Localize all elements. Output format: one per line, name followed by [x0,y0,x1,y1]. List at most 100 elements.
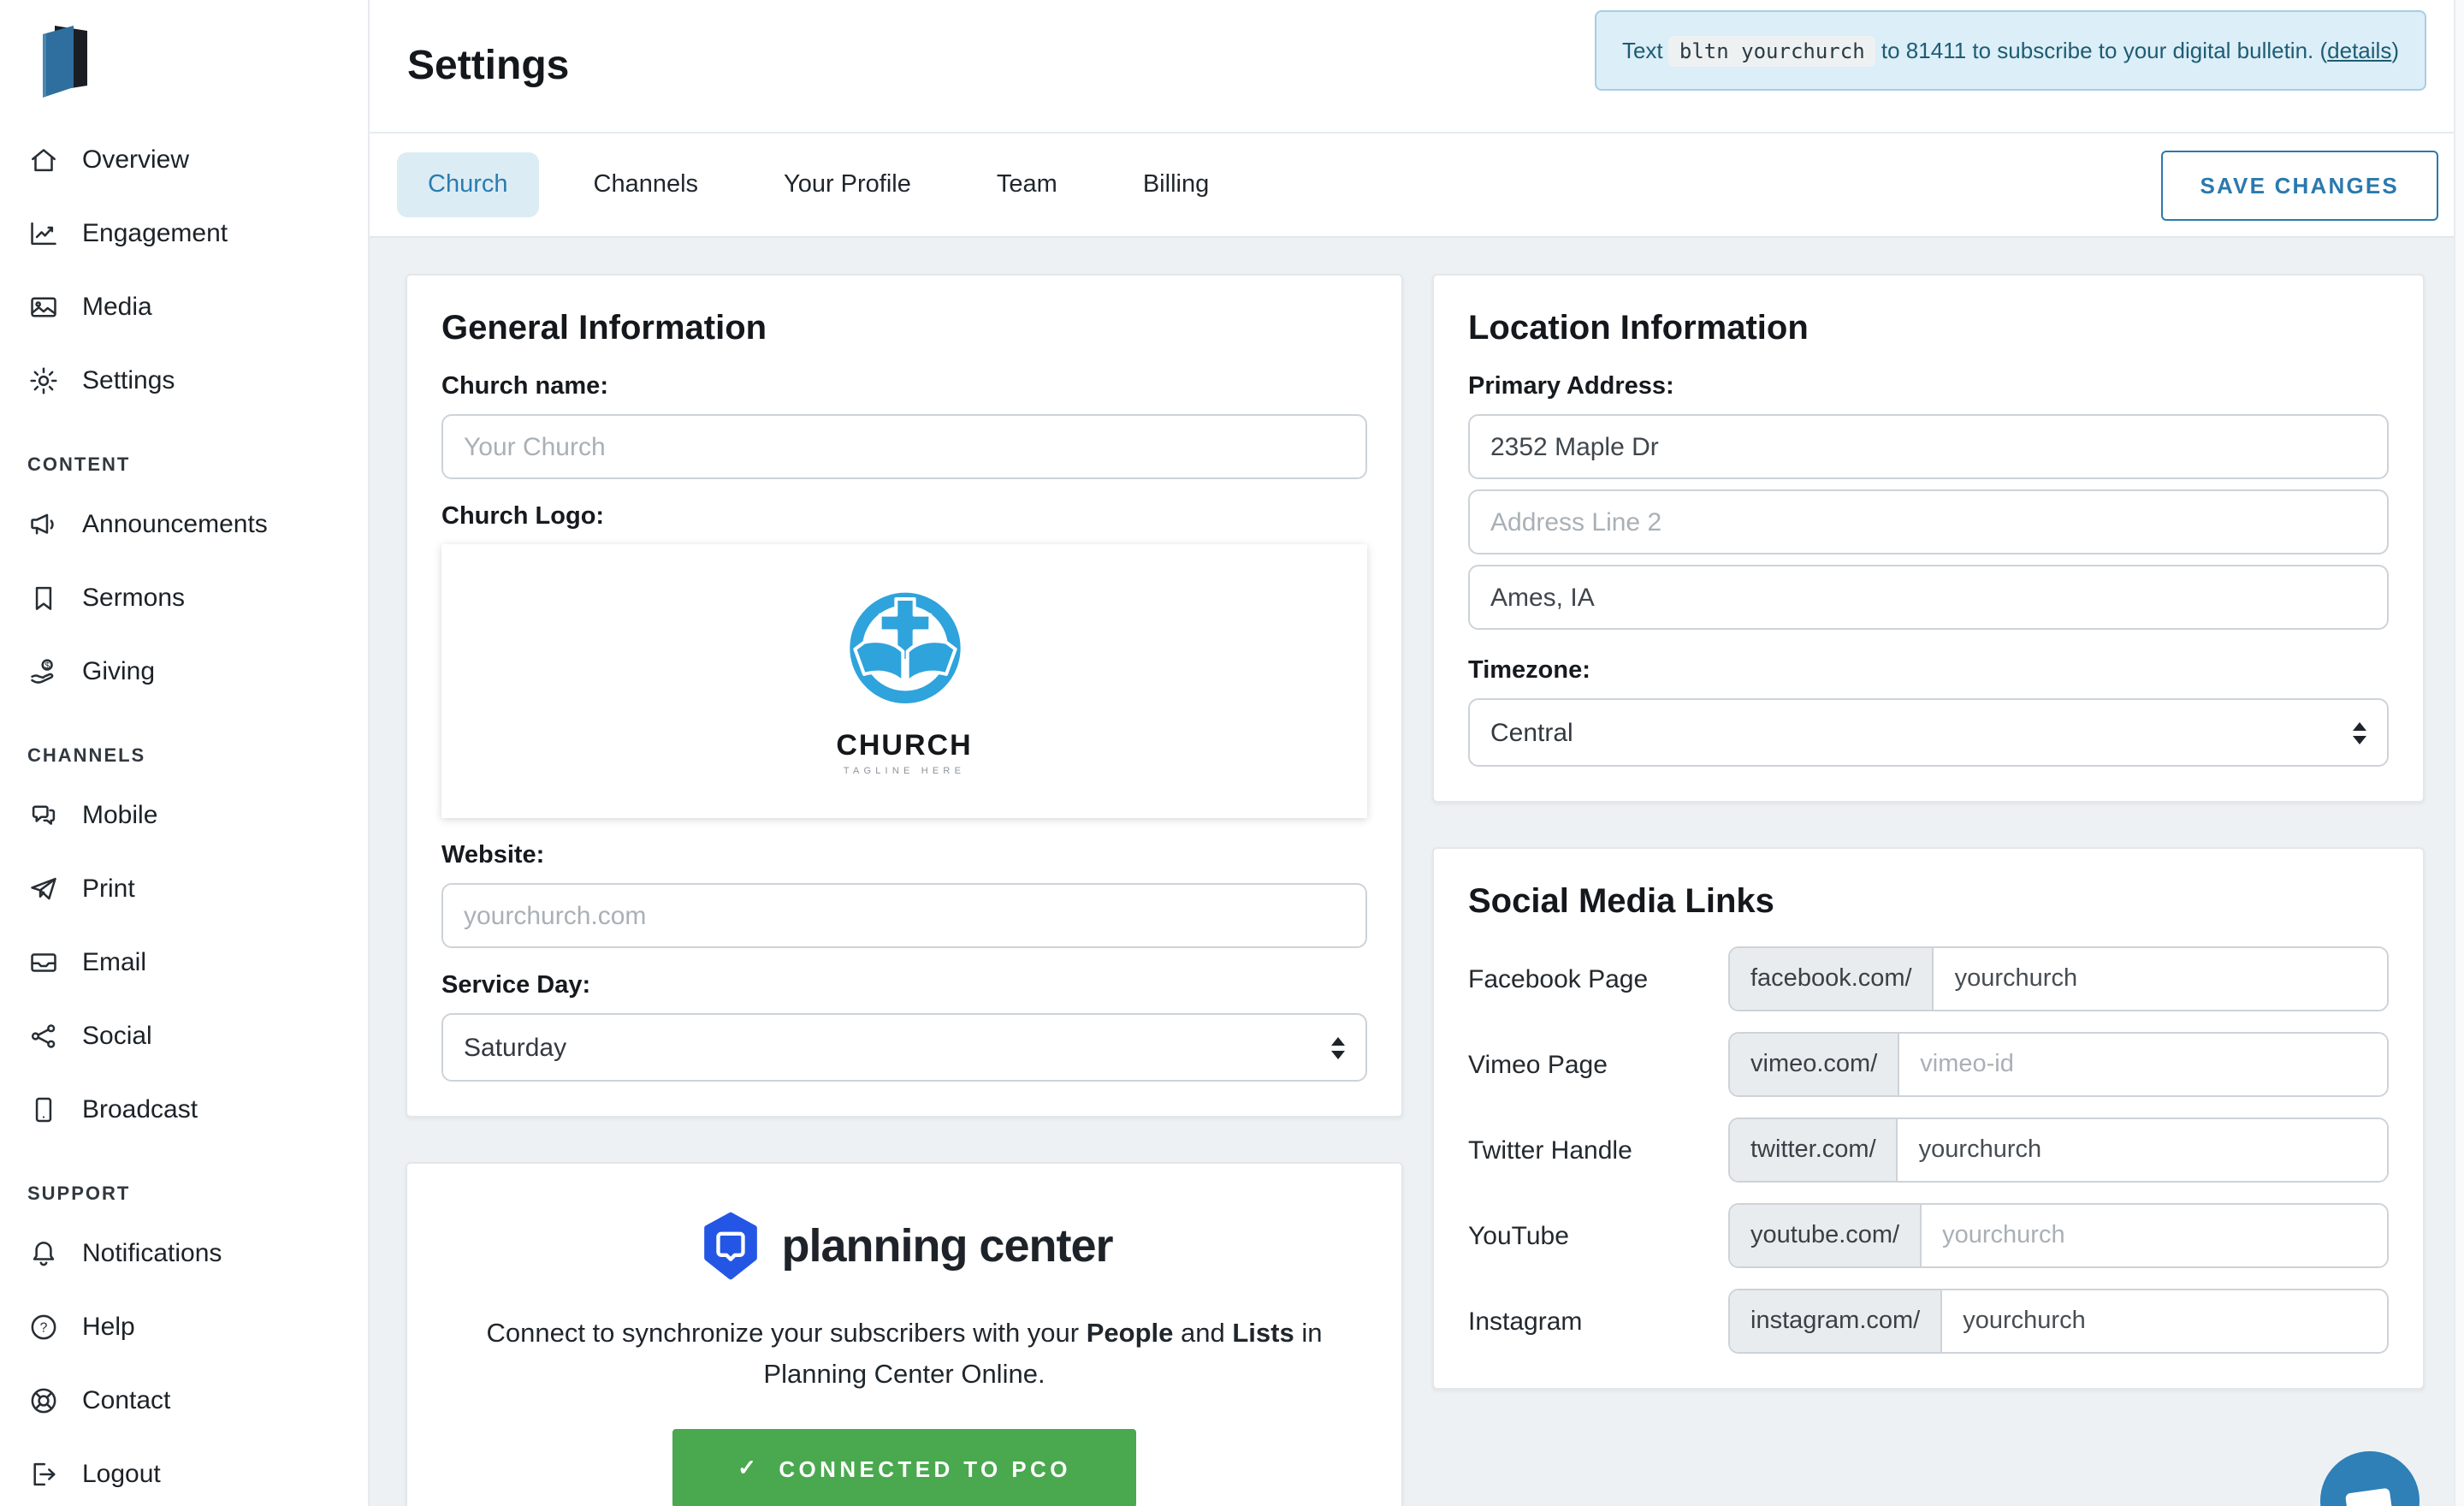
website-label: Website: [441,842,1367,869]
lifebuoy-icon [27,1384,60,1417]
sidebar-section-support: SUPPORT [27,1172,368,1217]
address-line-2-input[interactable] [1468,489,2389,554]
sidebar-item-label: Contact [82,1386,170,1415]
church-logo-label: Church Logo: [441,503,1367,531]
sidebar-item-sermons[interactable]: Sermons [27,561,368,635]
general-information-card: General Information Church name: Church … [406,274,1403,1118]
select-arrows-icon [2353,721,2366,744]
sidebar-item-broadcast[interactable]: Broadcast [27,1073,368,1147]
sidebar-item-announcements[interactable]: Announcements [27,488,368,561]
gear-icon [27,365,60,397]
service-day-label: Service Day: [441,972,1367,999]
facebook-handle-input[interactable] [1934,948,2387,1010]
home-icon [27,144,60,176]
planning-center-description: Connect to synchronize your subscribers … [451,1314,1358,1396]
sidebar-item-label: Email [82,948,146,977]
banner-text: Text [1622,38,1669,63]
church-logo-name: CHURCH [836,729,973,763]
social-row-facebook: Facebook Page facebook.com/ [1468,946,2389,1011]
sidebar-item-contact[interactable]: Contact [27,1364,368,1438]
paper-plane-icon [27,873,60,905]
sidebar-item-print[interactable]: Print [27,852,368,926]
church-logo-box[interactable]: CHURCH TAGLINE HERE [441,544,1367,818]
sidebar-section-channels: CHANNELS [27,734,368,779]
facebook-label: Facebook Page [1468,964,1728,993]
social-row-vimeo: Vimeo Page vimeo.com/ [1468,1032,2389,1097]
sidebar-item-label: Announcements [82,510,268,539]
sidebar-item-overview[interactable]: Overview [27,123,368,197]
youtube-handle-input[interactable] [1922,1205,2387,1266]
church-logo-tagline: TAGLINE HERE [836,767,973,777]
url-prefix: facebook.com/ [1730,948,1934,1010]
tablet-icon [27,1094,60,1126]
save-changes-button[interactable]: SAVE CHANGES [2160,150,2438,220]
instagram-label: Instagram [1468,1307,1728,1336]
help-icon: ? [27,1311,60,1343]
social-media-links-card: Social Media Links Facebook Page faceboo… [1432,847,2425,1390]
url-prefix: vimeo.com/ [1730,1034,1899,1095]
website-input[interactable] [441,883,1367,948]
logout-icon [27,1458,60,1491]
bookmark-icon [27,582,60,614]
connected-to-pco-button[interactable]: ✓ CONNECTED TO PCO [672,1429,1136,1506]
planning-center-icon [696,1212,764,1280]
app-window: Overview Engagement Media Settings CONTE… [0,0,2464,1506]
sidebar-item-label: Social [82,1022,152,1051]
pco-button-label: CONNECTED TO PCO [779,1456,1071,1481]
sidebar-item-email[interactable]: Email [27,926,368,999]
sidebar-item-help[interactable]: ? Help [27,1290,368,1364]
church-name-label: Church name: [441,373,1367,400]
church-logo-image: CHURCH TAGLINE HERE [836,585,973,777]
top-header: Settings Text bltn yourchurch to 81411 t… [370,0,2464,133]
sidebar-item-label: Help [82,1313,135,1342]
sidebar-item-logout[interactable]: Logout [27,1438,368,1506]
planning-center-card: planning center Connect to synchronize y… [406,1162,1403,1506]
settings-content: General Information Church name: Church … [370,238,2464,1506]
url-prefix: youtube.com/ [1730,1205,1922,1266]
select-arrows-icon [1331,1036,1345,1058]
city-state-input[interactable] [1468,565,2389,630]
sidebar-item-giving[interactable]: $ Giving [27,635,368,709]
twitter-handle-input[interactable] [1898,1119,2387,1181]
church-name-input[interactable] [441,414,1367,479]
sidebar-item-settings[interactable]: Settings [27,344,368,418]
tab-channels[interactable]: Channels [563,152,730,217]
vimeo-id-input[interactable] [1899,1034,2387,1095]
sidebar-item-mobile[interactable]: Mobile [27,779,368,852]
bell-icon [27,1237,60,1270]
sidebar-item-media[interactable]: Media [27,270,368,344]
planning-center-logo: planning center [441,1212,1367,1280]
bulletin-logo-icon [31,17,99,99]
tab-team[interactable]: Team [966,152,1088,217]
tab-your-profile[interactable]: Your Profile [753,152,942,217]
sidebar-item-engagement[interactable]: Engagement [27,197,368,270]
settings-tabbar: Church Channels Your Profile Team Billin… [370,133,2464,238]
app-logo[interactable] [31,17,368,103]
details-link[interactable]: details [2327,38,2391,63]
vimeo-label: Vimeo Page [1468,1050,1728,1079]
sidebar-item-social[interactable]: Social [27,999,368,1073]
page-title: Settings [407,42,569,90]
social-row-youtube: YouTube youtube.com/ [1468,1203,2389,1268]
scrollbar[interactable] [2454,0,2464,1506]
address-line-1-input[interactable] [1468,414,2389,479]
sidebar-item-label: Broadcast [82,1095,198,1124]
sidebar-item-label: Logout [82,1460,161,1489]
check-icon: ✓ [737,1455,760,1482]
sidebar-item-label: Print [82,875,135,904]
card-title: Social Media Links [1468,883,2389,922]
primary-address-label: Primary Address: [1468,373,2389,400]
sidebar-item-notifications[interactable]: Notifications [27,1217,368,1290]
youtube-label: YouTube [1468,1221,1728,1250]
location-information-card: Location Information Primary Address: Ti… [1432,274,2425,803]
service-day-select[interactable]: Saturday [441,1013,1367,1082]
sidebar-item-label: Notifications [82,1239,222,1268]
sms-banner: Text bltn yourchurch to 81411 to subscri… [1595,10,2426,91]
instagram-handle-input[interactable] [1942,1290,2387,1352]
banner-text: ) [2391,38,2399,63]
tab-billing[interactable]: Billing [1112,152,1240,217]
timezone-select[interactable]: Central [1468,698,2389,767]
chat-bubbles-icon [27,799,60,832]
timezone-value: Central [1490,718,1573,747]
tab-church[interactable]: Church [397,152,539,217]
